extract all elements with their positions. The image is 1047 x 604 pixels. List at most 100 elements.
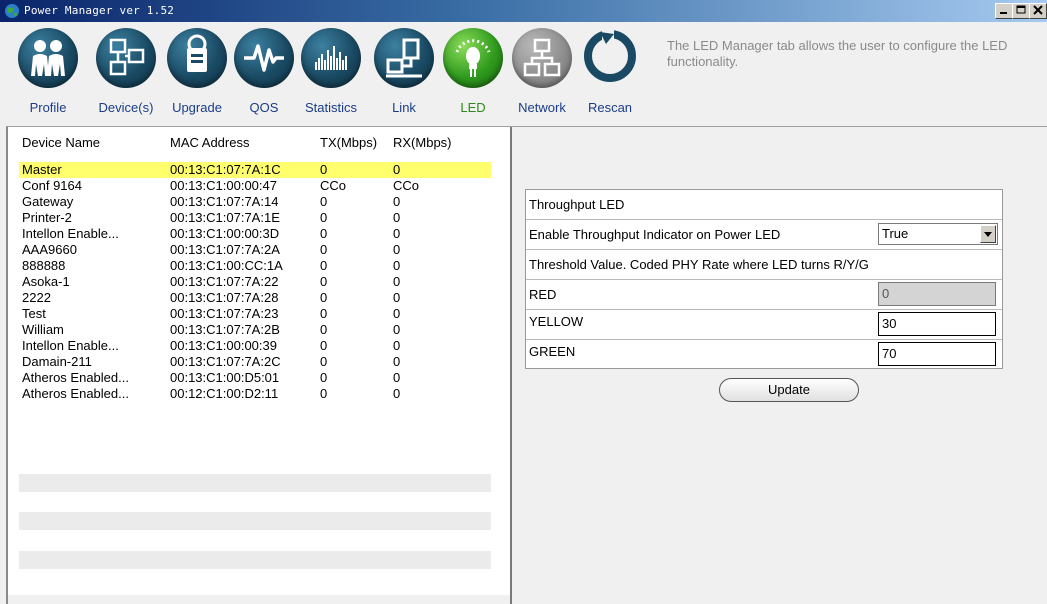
mac-address: 00:13:C1:00:00:3D xyxy=(170,226,280,241)
mac-address: 00:13:C1:07:7A:22 xyxy=(170,274,279,289)
device-name: Atheros Enabled... xyxy=(22,386,129,401)
close-icon xyxy=(1033,5,1043,15)
update-button[interactable]: Update xyxy=(719,378,859,402)
tx-rate: 0 xyxy=(320,258,328,273)
enable-indicator-select[interactable]: True xyxy=(878,223,998,245)
column-header-mac-address[interactable]: MAC Address xyxy=(170,135,249,150)
rx-rate: 0 xyxy=(393,290,401,305)
table-row[interactable]: Atheros Enabled... 00:12:C1:00:D2:11 0 0 xyxy=(19,386,491,402)
table-row[interactable]: 2222 00:13:C1:07:7A:28 0 0 xyxy=(19,290,491,306)
help-text: The LED Manager tab allows the user to c… xyxy=(667,38,1008,69)
mac-address: 00:13:C1:07:7A:28 xyxy=(170,290,279,305)
tab-label: Statistics xyxy=(304,100,358,115)
table-row[interactable]: 888888 00:13:C1:00:CC:1A 0 0 xyxy=(19,258,491,274)
tab-label: LED xyxy=(460,100,486,115)
device-name: Damain-211 xyxy=(22,354,92,369)
table-row[interactable]: Damain-211 00:13:C1:07:7A:2C 0 0 xyxy=(19,354,491,370)
rx-rate: 0 xyxy=(393,274,401,289)
red-label: RED xyxy=(529,287,557,302)
table-row[interactable]: Conf 9164 00:13:C1:00:00:47 CCo CCo xyxy=(19,178,491,194)
device-name: Conf 9164 xyxy=(22,178,82,193)
mac-address: 00:13:C1:00:CC:1A xyxy=(170,258,283,273)
panel-splitter[interactable] xyxy=(510,127,512,604)
tx-rate: 0 xyxy=(320,386,328,401)
upgrade-icon xyxy=(167,28,227,88)
tab-led[interactable]: LED xyxy=(443,28,503,115)
table-row[interactable]: Asoka-1 00:13:C1:07:7A:22 0 0 xyxy=(19,274,491,290)
network-icon xyxy=(512,28,572,88)
tab-label: Network xyxy=(518,100,566,115)
tx-rate: 0 xyxy=(320,242,328,257)
tab-label: Link xyxy=(392,100,416,115)
minimize-button[interactable] xyxy=(995,3,1013,19)
tab-label: Upgrade xyxy=(172,100,222,115)
column-header-rx[interactable]: RX(Mbps) xyxy=(393,135,452,150)
minimize-icon xyxy=(1000,12,1007,14)
rx-rate: 0 xyxy=(393,242,401,257)
bar-chart-icon xyxy=(301,28,361,88)
rx-rate: 0 xyxy=(393,258,401,273)
device-name: Test xyxy=(22,306,46,321)
mac-address: 00:13:C1:00:00:39 xyxy=(170,338,277,353)
table-row[interactable]: Master 00:13:C1:07:7A:1C 0 0 xyxy=(19,162,491,178)
green-threshold-field[interactable]: 70 xyxy=(878,342,996,366)
red-threshold-field: 0 xyxy=(878,282,996,306)
tab-label: Device(s) xyxy=(98,100,154,115)
table-row[interactable]: Intellon Enable... 00:13:C1:00:00:39 0 0 xyxy=(19,338,491,354)
tab-devices[interactable]: Device(s) xyxy=(96,28,156,115)
title-bar: Power Manager ver 1.52 xyxy=(0,0,1047,22)
yellow-row: YELLOW 30 xyxy=(526,310,1002,340)
window-title: Power Manager ver 1.52 xyxy=(24,4,175,17)
tab-profile[interactable]: Profile xyxy=(18,28,78,115)
table-row[interactable]: Intellon Enable... 00:13:C1:00:00:3D 0 0 xyxy=(19,226,491,242)
rx-rate: 0 xyxy=(393,338,401,353)
tx-rate: 0 xyxy=(320,370,328,385)
mac-address: 00:13:C1:07:7A:2A xyxy=(170,242,280,257)
device-name: AAA9660 xyxy=(22,242,77,257)
mac-address: 00:13:C1:07:7A:1E xyxy=(170,210,280,225)
tab-statistics[interactable]: Statistics xyxy=(301,28,361,115)
mac-address: 00:13:C1:07:7A:2C xyxy=(170,354,281,369)
rx-rate: 0 xyxy=(393,354,401,369)
tab-network[interactable]: Network xyxy=(512,28,572,115)
mac-address: 00:13:C1:07:7A:23 xyxy=(170,306,279,321)
table-row[interactable]: Gateway 00:13:C1:07:7A:14 0 0 xyxy=(19,194,491,210)
column-header-tx[interactable]: TX(Mbps) xyxy=(320,135,377,150)
device-name: 2222 xyxy=(22,290,51,305)
chevron-down-icon[interactable] xyxy=(980,225,996,243)
threshold-row: Threshold Value. Coded PHY Rate where LE… xyxy=(526,250,1002,280)
yellow-threshold-field[interactable]: 30 xyxy=(878,312,996,336)
device-name: Printer-2 xyxy=(22,210,72,225)
maximize-icon xyxy=(1016,5,1026,14)
close-button[interactable] xyxy=(1029,3,1047,19)
tx-rate: 0 xyxy=(320,210,328,225)
device-name: Atheros Enabled... xyxy=(22,370,129,385)
tab-rescan[interactable]: Rescan xyxy=(580,28,640,115)
threshold-label: Threshold Value. Coded PHY Rate where LE… xyxy=(529,257,869,272)
table-row[interactable]: William 00:13:C1:07:7A:2B 0 0 xyxy=(19,322,491,338)
table-row[interactable]: AAA9660 00:13:C1:07:7A:2A 0 0 xyxy=(19,242,491,258)
maximize-button[interactable] xyxy=(1012,3,1030,19)
tx-rate: 0 xyxy=(320,162,328,177)
empty-row xyxy=(19,551,491,569)
column-header-device-name[interactable]: Device Name xyxy=(22,135,100,150)
globe-icon xyxy=(5,4,19,18)
tab-upgrade[interactable]: Upgrade xyxy=(167,28,227,115)
empty-row xyxy=(19,512,491,530)
table-row[interactable]: Printer-2 00:13:C1:07:7A:1E 0 0 xyxy=(19,210,491,226)
device-list-panel: Device Name MAC Address TX(Mbps) RX(Mbps… xyxy=(8,127,510,595)
mac-address: 00:13:C1:07:7A:14 xyxy=(170,194,279,209)
tab-qos[interactable]: QOS xyxy=(234,28,294,115)
rx-rate: 0 xyxy=(393,306,401,321)
tab-link[interactable]: Link xyxy=(374,28,434,115)
rescan-icon xyxy=(580,28,640,88)
yellow-label: YELLOW xyxy=(529,314,584,329)
led-bulb-icon xyxy=(443,28,503,88)
people-icon xyxy=(18,28,78,88)
table-row[interactable]: Atheros Enabled... 00:13:C1:00:D5:01 0 0 xyxy=(19,370,491,386)
table-row[interactable]: Test 00:13:C1:07:7A:23 0 0 xyxy=(19,306,491,322)
device-name: 888888 xyxy=(22,258,66,273)
rx-rate: 0 xyxy=(393,322,401,337)
devices-icon xyxy=(96,28,156,88)
device-name: Asoka-1 xyxy=(22,274,70,289)
